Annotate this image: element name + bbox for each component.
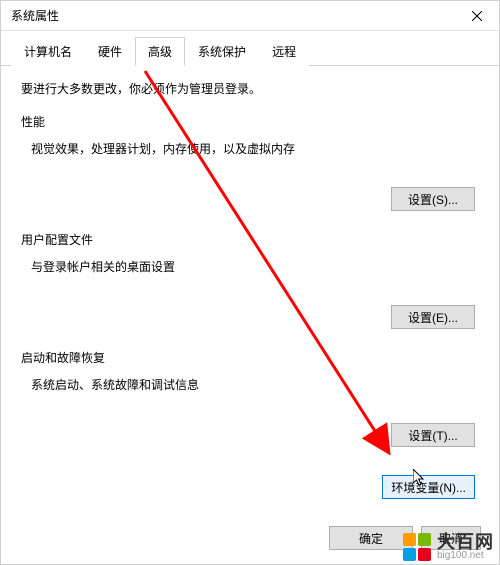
close-button[interactable] (454, 1, 499, 31)
section-userprofiles-title: 用户配置文件 (21, 231, 479, 248)
section-startup-title: 启动和故障恢复 (21, 349, 479, 366)
tabs: 计算机名 硬件 高级 系统保护 远程 (1, 31, 499, 66)
tab-remote[interactable]: 远程 (259, 37, 309, 66)
section-userprofiles: 用户配置文件 与登录帐户相关的桌面设置 设置(E)... (21, 231, 479, 329)
section-startup-desc: 系统启动、系统故障和调试信息 (31, 376, 479, 393)
tab-computer-name[interactable]: 计算机名 (11, 37, 85, 66)
section-performance: 性能 视觉效果，处理器计划，内存使用，以及虚拟内存 设置(S)... (21, 113, 479, 211)
section-userprofiles-desc: 与登录帐户相关的桌面设置 (31, 258, 479, 275)
window-title: 系统属性 (11, 7, 59, 24)
watermark-logo-icon (403, 533, 431, 561)
close-icon (472, 11, 482, 21)
userprofiles-settings-button[interactable]: 设置(E)... (391, 305, 475, 329)
tab-hardware[interactable]: 硬件 (85, 37, 135, 66)
watermark-name: 大百网 (437, 533, 494, 551)
intro-text: 要进行大多数更改，你必须作为管理员登录。 (21, 80, 479, 97)
section-performance-desc: 视觉效果，处理器计划，内存使用，以及虚拟内存 (31, 140, 479, 157)
tab-system-protection[interactable]: 系统保护 (185, 37, 259, 66)
watermark: 大百网 big100.net (403, 533, 494, 561)
env-row: 环境变量(N)... (21, 475, 479, 499)
titlebar: 系统属性 (1, 1, 499, 31)
environment-variables-button[interactable]: 环境变量(N)... (382, 475, 475, 499)
tab-advanced[interactable]: 高级 (135, 37, 185, 66)
performance-settings-button[interactable]: 设置(S)... (391, 187, 475, 211)
ok-button[interactable]: 确定 (329, 526, 413, 550)
watermark-url: big100.net (437, 551, 494, 561)
section-performance-title: 性能 (21, 113, 479, 130)
system-properties-window: 系统属性 计算机名 硬件 高级 系统保护 远程 要进行大多数更改，你必须作为管理… (0, 0, 500, 565)
startup-settings-button[interactable]: 设置(T)... (391, 423, 475, 447)
watermark-text: 大百网 big100.net (437, 533, 494, 561)
tab-content-advanced: 要进行大多数更改，你必须作为管理员登录。 性能 视觉效果，处理器计划，内存使用，… (1, 66, 499, 564)
section-startup: 启动和故障恢复 系统启动、系统故障和调试信息 设置(T)... (21, 349, 479, 447)
